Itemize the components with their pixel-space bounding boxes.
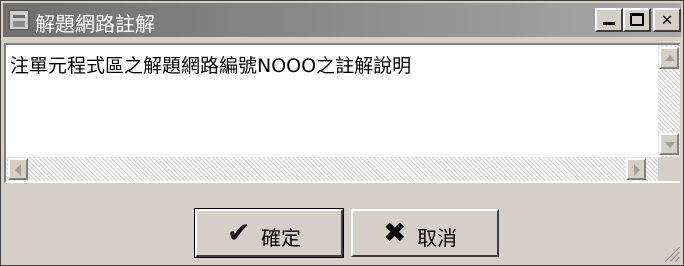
cancel-button[interactable]: ✖ 取消 bbox=[351, 209, 499, 257]
minimize-button[interactable] bbox=[595, 8, 623, 32]
annotation-text-area[interactable]: 注單元程式區之解題網路編號NOOO之註解說明 bbox=[4, 43, 680, 183]
dialog-window: 解題網路註解 ✕ 注單元程式區之解題網路編號NOOO之註解說明 ✔ 確定 ✖ 取… bbox=[0, 0, 684, 266]
minimize-icon bbox=[603, 22, 615, 25]
close-button[interactable]: ✕ bbox=[653, 8, 681, 32]
arrow-right-icon bbox=[634, 164, 640, 176]
maximize-button[interactable] bbox=[623, 8, 651, 32]
title-bar[interactable]: 解題網路註解 ✕ bbox=[3, 3, 681, 37]
close-icon: ✕ bbox=[661, 9, 673, 30]
scrollbar-corner bbox=[658, 157, 680, 181]
confirm-button[interactable]: ✔ 確定 bbox=[194, 208, 344, 258]
x-icon: ✖ bbox=[383, 216, 407, 249]
maximize-icon bbox=[630, 13, 644, 26]
app-icon[interactable] bbox=[9, 10, 29, 30]
horizontal-scrollbar[interactable] bbox=[6, 157, 658, 181]
resize-grip-icon[interactable] bbox=[661, 243, 681, 263]
scroll-up-button[interactable] bbox=[659, 47, 679, 69]
window-title: 解題網路註解 bbox=[35, 12, 155, 36]
scroll-down-button[interactable] bbox=[659, 133, 679, 155]
scroll-right-button[interactable] bbox=[626, 158, 646, 180]
annotation-text[interactable]: 注單元程式區之解題網路編號NOOO之註解說明 bbox=[10, 51, 411, 78]
arrow-up-icon bbox=[665, 55, 675, 61]
arrow-left-icon bbox=[15, 164, 21, 176]
vertical-scrollbar[interactable] bbox=[658, 45, 680, 157]
cancel-label: 取消 bbox=[417, 226, 457, 250]
scroll-left-button[interactable] bbox=[8, 158, 28, 180]
confirm-label: 確定 bbox=[261, 226, 301, 250]
checkmark-icon: ✔ bbox=[227, 216, 251, 249]
arrow-down-icon bbox=[665, 142, 675, 148]
